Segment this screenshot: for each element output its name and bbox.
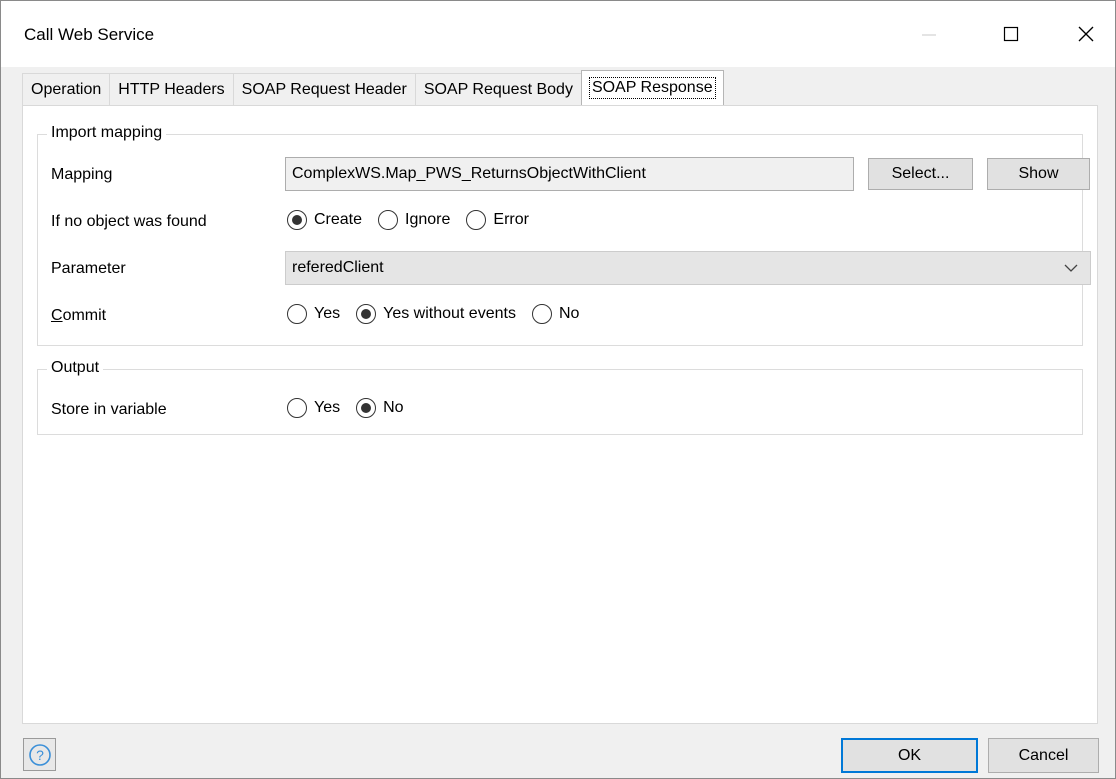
tab-label: Operation bbox=[31, 81, 102, 98]
parameter-select[interactable]: referedClient bbox=[285, 251, 1091, 285]
parameter-value: referedClient bbox=[292, 259, 384, 276]
show-button[interactable]: Show bbox=[987, 158, 1090, 190]
tab-label: SOAP Response bbox=[588, 77, 716, 99]
import-mapping-legend: Import mapping bbox=[47, 124, 167, 142]
radio-label: Yes without events bbox=[383, 305, 516, 322]
radio-checked-icon bbox=[356, 398, 377, 418]
no-object-radio-group: Create Ignore Error bbox=[287, 210, 545, 230]
mapping-value: ComplexWS.Map_PWS_ReturnsObjectWithClien… bbox=[292, 165, 646, 182]
ok-button[interactable]: OK bbox=[841, 738, 978, 773]
output-group: Output bbox=[37, 359, 1083, 435]
radio-error[interactable]: Error bbox=[466, 210, 529, 230]
radio-unchecked-icon bbox=[466, 210, 487, 230]
radio-label: Yes bbox=[314, 305, 341, 322]
close-button[interactable] bbox=[1063, 11, 1109, 57]
commit-mnemonic: C bbox=[51, 307, 63, 324]
tab-label: SOAP Request Header bbox=[241, 81, 407, 98]
chevron-down-icon bbox=[1064, 264, 1078, 272]
radio-commit-yes[interactable]: Yes bbox=[287, 304, 340, 324]
radio-store-no[interactable]: No bbox=[356, 398, 404, 418]
select-button[interactable]: Select... bbox=[868, 158, 973, 190]
radio-checked-icon bbox=[287, 210, 307, 230]
radio-checked-icon bbox=[356, 304, 377, 324]
maximize-icon bbox=[1003, 26, 1019, 42]
radio-create[interactable]: Create bbox=[287, 210, 362, 230]
radio-unchecked-icon bbox=[287, 304, 307, 324]
radio-commit-no[interactable]: No bbox=[531, 304, 580, 324]
cancel-button[interactable]: Cancel bbox=[988, 738, 1099, 773]
store-in-variable-label: Store in variable bbox=[51, 401, 167, 418]
commit-label-rest: ommit bbox=[62, 307, 107, 324]
parameter-label: Parameter bbox=[51, 260, 126, 277]
minimize-icon bbox=[922, 34, 936, 36]
tab-soap-request-header[interactable]: SOAP Request Header bbox=[232, 73, 416, 106]
maximize-button[interactable] bbox=[988, 11, 1034, 57]
radio-ignore[interactable]: Ignore bbox=[378, 210, 450, 230]
tab-operation[interactable]: Operation bbox=[22, 73, 111, 106]
minimize-button[interactable] bbox=[906, 11, 952, 57]
tab-soap-request-body[interactable]: SOAP Request Body bbox=[414, 73, 582, 106]
radio-label: No bbox=[558, 305, 580, 322]
mapping-label: Mapping bbox=[51, 166, 113, 183]
question-circle-icon: ? bbox=[28, 743, 51, 766]
radio-commit-yes-without-events[interactable]: Yes without events bbox=[356, 304, 516, 324]
store-radio-group: Yes No bbox=[287, 398, 420, 418]
tab-label: HTTP Headers bbox=[118, 81, 225, 98]
title-bar: Call Web Service bbox=[1, 1, 1115, 67]
tab-soap-response[interactable]: SOAP Response bbox=[580, 70, 724, 105]
close-icon bbox=[1078, 26, 1094, 42]
help-button[interactable]: ? bbox=[23, 738, 56, 771]
radio-unchecked-icon bbox=[378, 210, 399, 230]
mapping-field[interactable]: ComplexWS.Map_PWS_ReturnsObjectWithClien… bbox=[285, 157, 854, 191]
radio-label: Yes bbox=[314, 399, 341, 416]
tab-http-headers[interactable]: HTTP Headers bbox=[109, 73, 234, 106]
svg-text:?: ? bbox=[36, 747, 44, 763]
radio-unchecked-icon bbox=[531, 304, 552, 324]
commit-label: Commit bbox=[51, 307, 106, 325]
radio-label: Error bbox=[493, 211, 529, 228]
radio-label: Ignore bbox=[405, 211, 451, 228]
call-web-service-dialog: Call Web Service Operation HTTP Headers … bbox=[0, 0, 1116, 779]
tab-label: SOAP Request Body bbox=[423, 81, 573, 98]
radio-label: Create bbox=[314, 211, 363, 228]
no-object-label: If no object was found bbox=[51, 213, 207, 230]
radio-store-yes[interactable]: Yes bbox=[287, 398, 340, 418]
radio-label: No bbox=[383, 399, 404, 416]
tab-strip: Operation HTTP Headers SOAP Request Head… bbox=[22, 70, 724, 106]
window-title: Call Web Service bbox=[24, 25, 155, 44]
output-legend: Output bbox=[47, 359, 104, 377]
radio-unchecked-icon bbox=[287, 398, 307, 418]
commit-radio-group: Yes Yes without events No bbox=[287, 304, 595, 324]
tab-panel-soap-response: Import mapping Mapping ComplexWS.Map_PWS… bbox=[22, 105, 1098, 724]
